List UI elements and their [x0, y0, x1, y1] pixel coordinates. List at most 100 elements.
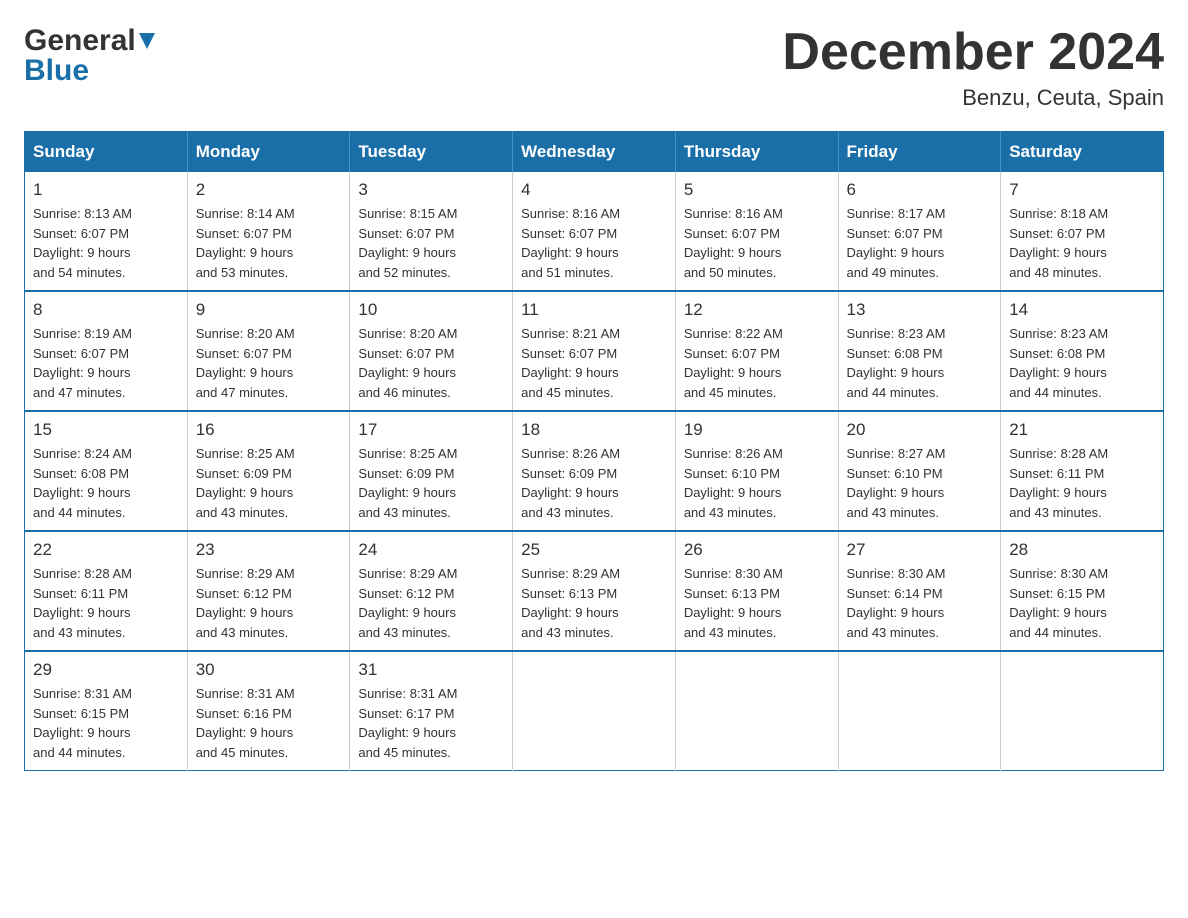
- day-number: 28: [1009, 540, 1155, 560]
- day-number: 7: [1009, 180, 1155, 200]
- day-info: Sunrise: 8:30 AM Sunset: 6:13 PM Dayligh…: [684, 564, 830, 642]
- header-monday: Monday: [187, 132, 350, 173]
- day-info: Sunrise: 8:20 AM Sunset: 6:07 PM Dayligh…: [358, 324, 504, 402]
- calendar-cell: 18 Sunrise: 8:26 AM Sunset: 6:09 PM Dayl…: [513, 411, 676, 531]
- brand-blue: Blue: [24, 54, 89, 88]
- calendar-cell: 4 Sunrise: 8:16 AM Sunset: 6:07 PM Dayli…: [513, 172, 676, 291]
- calendar-cell: 1 Sunrise: 8:13 AM Sunset: 6:07 PM Dayli…: [25, 172, 188, 291]
- calendar-cell: 21 Sunrise: 8:28 AM Sunset: 6:11 PM Dayl…: [1001, 411, 1164, 531]
- day-info: Sunrise: 8:24 AM Sunset: 6:08 PM Dayligh…: [33, 444, 179, 522]
- day-number: 18: [521, 420, 667, 440]
- day-number: 15: [33, 420, 179, 440]
- brand-triangle-icon: [136, 30, 158, 52]
- brand-general: General: [24, 24, 136, 58]
- day-info: Sunrise: 8:19 AM Sunset: 6:07 PM Dayligh…: [33, 324, 179, 402]
- calendar-cell: 27 Sunrise: 8:30 AM Sunset: 6:14 PM Dayl…: [838, 531, 1001, 651]
- day-number: 27: [847, 540, 993, 560]
- day-number: 10: [358, 300, 504, 320]
- day-info: Sunrise: 8:30 AM Sunset: 6:15 PM Dayligh…: [1009, 564, 1155, 642]
- day-number: 30: [196, 660, 342, 680]
- day-info: Sunrise: 8:29 AM Sunset: 6:12 PM Dayligh…: [196, 564, 342, 642]
- day-number: 20: [847, 420, 993, 440]
- calendar-cell: 19 Sunrise: 8:26 AM Sunset: 6:10 PM Dayl…: [675, 411, 838, 531]
- day-info: Sunrise: 8:14 AM Sunset: 6:07 PM Dayligh…: [196, 204, 342, 282]
- day-number: 4: [521, 180, 667, 200]
- day-number: 12: [684, 300, 830, 320]
- day-number: 22: [33, 540, 179, 560]
- calendar-week-row: 22 Sunrise: 8:28 AM Sunset: 6:11 PM Dayl…: [25, 531, 1164, 651]
- day-number: 21: [1009, 420, 1155, 440]
- calendar-cell: 7 Sunrise: 8:18 AM Sunset: 6:07 PM Dayli…: [1001, 172, 1164, 291]
- day-info: Sunrise: 8:29 AM Sunset: 6:12 PM Dayligh…: [358, 564, 504, 642]
- header-wednesday: Wednesday: [513, 132, 676, 173]
- calendar-cell: 10 Sunrise: 8:20 AM Sunset: 6:07 PM Dayl…: [350, 291, 513, 411]
- brand-logo: General Blue: [24, 24, 158, 88]
- day-info: Sunrise: 8:16 AM Sunset: 6:07 PM Dayligh…: [521, 204, 667, 282]
- day-info: Sunrise: 8:25 AM Sunset: 6:09 PM Dayligh…: [358, 444, 504, 522]
- day-info: Sunrise: 8:20 AM Sunset: 6:07 PM Dayligh…: [196, 324, 342, 402]
- calendar-week-row: 1 Sunrise: 8:13 AM Sunset: 6:07 PM Dayli…: [25, 172, 1164, 291]
- day-number: 24: [358, 540, 504, 560]
- calendar-cell: [838, 651, 1001, 771]
- header-saturday: Saturday: [1001, 132, 1164, 173]
- day-number: 16: [196, 420, 342, 440]
- day-number: 14: [1009, 300, 1155, 320]
- calendar-cell: 26 Sunrise: 8:30 AM Sunset: 6:13 PM Dayl…: [675, 531, 838, 651]
- header-friday: Friday: [838, 132, 1001, 173]
- day-info: Sunrise: 8:21 AM Sunset: 6:07 PM Dayligh…: [521, 324, 667, 402]
- calendar-cell: 9 Sunrise: 8:20 AM Sunset: 6:07 PM Dayli…: [187, 291, 350, 411]
- calendar-cell: 3 Sunrise: 8:15 AM Sunset: 6:07 PM Dayli…: [350, 172, 513, 291]
- day-number: 5: [684, 180, 830, 200]
- day-number: 23: [196, 540, 342, 560]
- calendar-cell: 8 Sunrise: 8:19 AM Sunset: 6:07 PM Dayli…: [25, 291, 188, 411]
- calendar-cell: 25 Sunrise: 8:29 AM Sunset: 6:13 PM Dayl…: [513, 531, 676, 651]
- day-info: Sunrise: 8:31 AM Sunset: 6:15 PM Dayligh…: [33, 684, 179, 762]
- day-info: Sunrise: 8:29 AM Sunset: 6:13 PM Dayligh…: [521, 564, 667, 642]
- day-info: Sunrise: 8:18 AM Sunset: 6:07 PM Dayligh…: [1009, 204, 1155, 282]
- calendar-cell: 31 Sunrise: 8:31 AM Sunset: 6:17 PM Dayl…: [350, 651, 513, 771]
- day-info: Sunrise: 8:31 AM Sunset: 6:16 PM Dayligh…: [196, 684, 342, 762]
- calendar-cell: 14 Sunrise: 8:23 AM Sunset: 6:08 PM Dayl…: [1001, 291, 1164, 411]
- calendar-header-row: SundayMondayTuesdayWednesdayThursdayFrid…: [25, 132, 1164, 173]
- title-area: December 2024 Benzu, Ceuta, Spain: [782, 24, 1164, 111]
- header-thursday: Thursday: [675, 132, 838, 173]
- calendar-cell: 5 Sunrise: 8:16 AM Sunset: 6:07 PM Dayli…: [675, 172, 838, 291]
- day-number: 29: [33, 660, 179, 680]
- calendar-table: SundayMondayTuesdayWednesdayThursdayFrid…: [24, 131, 1164, 771]
- day-info: Sunrise: 8:26 AM Sunset: 6:10 PM Dayligh…: [684, 444, 830, 522]
- day-info: Sunrise: 8:27 AM Sunset: 6:10 PM Dayligh…: [847, 444, 993, 522]
- calendar-cell: 24 Sunrise: 8:29 AM Sunset: 6:12 PM Dayl…: [350, 531, 513, 651]
- day-number: 19: [684, 420, 830, 440]
- day-info: Sunrise: 8:17 AM Sunset: 6:07 PM Dayligh…: [847, 204, 993, 282]
- calendar-subtitle: Benzu, Ceuta, Spain: [782, 85, 1164, 111]
- day-number: 11: [521, 300, 667, 320]
- calendar-cell: 12 Sunrise: 8:22 AM Sunset: 6:07 PM Dayl…: [675, 291, 838, 411]
- calendar-cell: 29 Sunrise: 8:31 AM Sunset: 6:15 PM Dayl…: [25, 651, 188, 771]
- day-info: Sunrise: 8:25 AM Sunset: 6:09 PM Dayligh…: [196, 444, 342, 522]
- day-number: 3: [358, 180, 504, 200]
- day-info: Sunrise: 8:13 AM Sunset: 6:07 PM Dayligh…: [33, 204, 179, 282]
- day-number: 26: [684, 540, 830, 560]
- calendar-cell: 6 Sunrise: 8:17 AM Sunset: 6:07 PM Dayli…: [838, 172, 1001, 291]
- calendar-week-row: 15 Sunrise: 8:24 AM Sunset: 6:08 PM Dayl…: [25, 411, 1164, 531]
- calendar-cell: [1001, 651, 1164, 771]
- day-number: 2: [196, 180, 342, 200]
- page-header: General Blue December 2024 Benzu, Ceuta,…: [24, 24, 1164, 111]
- day-info: Sunrise: 8:23 AM Sunset: 6:08 PM Dayligh…: [1009, 324, 1155, 402]
- day-number: 25: [521, 540, 667, 560]
- calendar-cell: 23 Sunrise: 8:29 AM Sunset: 6:12 PM Dayl…: [187, 531, 350, 651]
- day-info: Sunrise: 8:16 AM Sunset: 6:07 PM Dayligh…: [684, 204, 830, 282]
- calendar-cell: 15 Sunrise: 8:24 AM Sunset: 6:08 PM Dayl…: [25, 411, 188, 531]
- day-info: Sunrise: 8:28 AM Sunset: 6:11 PM Dayligh…: [1009, 444, 1155, 522]
- calendar-title: December 2024: [782, 24, 1164, 81]
- day-number: 9: [196, 300, 342, 320]
- calendar-cell: 13 Sunrise: 8:23 AM Sunset: 6:08 PM Dayl…: [838, 291, 1001, 411]
- calendar-cell: 28 Sunrise: 8:30 AM Sunset: 6:15 PM Dayl…: [1001, 531, 1164, 651]
- day-info: Sunrise: 8:26 AM Sunset: 6:09 PM Dayligh…: [521, 444, 667, 522]
- day-number: 31: [358, 660, 504, 680]
- header-sunday: Sunday: [25, 132, 188, 173]
- day-number: 6: [847, 180, 993, 200]
- calendar-cell: [675, 651, 838, 771]
- calendar-cell: 30 Sunrise: 8:31 AM Sunset: 6:16 PM Dayl…: [187, 651, 350, 771]
- day-number: 8: [33, 300, 179, 320]
